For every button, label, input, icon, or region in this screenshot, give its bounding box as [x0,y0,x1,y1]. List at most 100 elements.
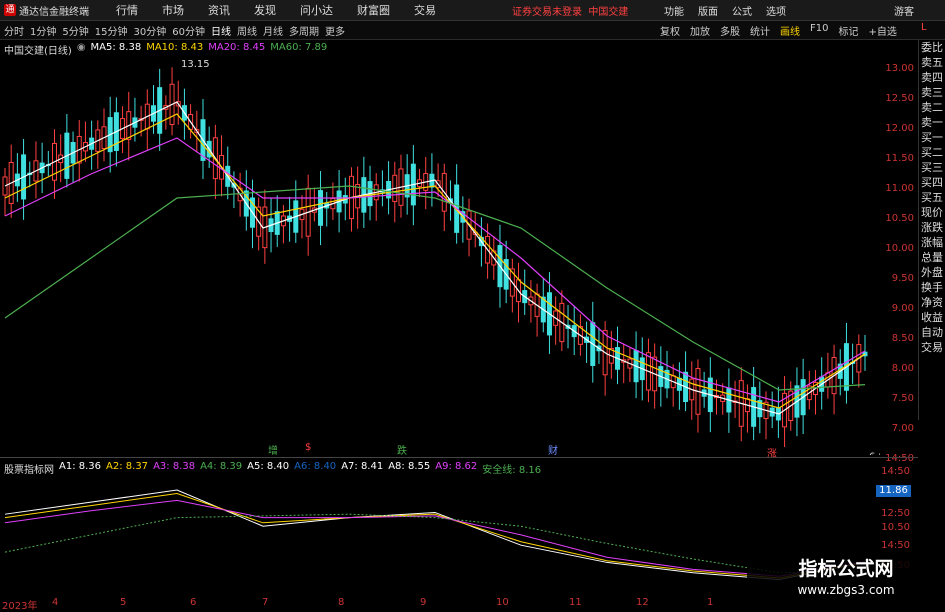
tool-f10[interactable]: F10 [810,23,828,38]
menu-item-trade[interactable]: 交易 [414,2,436,18]
stock-name: 中国交建 [588,7,629,18]
date-tick: 10 [496,597,509,608]
tool-overlay[interactable]: 加放 [690,23,710,38]
side-panel-item[interactable]: 涨跌 [919,220,945,235]
menu-item-market[interactable]: 市场 [162,2,184,18]
extreme-price-label: 6.81 [869,451,880,455]
series-ma5-line [4,101,866,415]
price-tick: 11.50 [885,153,914,164]
menu-item-news[interactable]: 资讯 [208,2,230,18]
price-tick: 13.00 [885,63,914,74]
chart-tools: 复权 加放 多股 统计 画线 F10 标记 +自选 [660,23,907,38]
tab-weekly[interactable]: 周线 [237,23,257,38]
series-ma20-line [4,137,866,403]
indicator-series-line [4,513,866,574]
tab-multi[interactable]: 多周期 [289,23,319,38]
event-dollar[interactable]: $ [305,442,311,453]
side-panel-item[interactable]: 买一 [919,130,945,145]
side-panel-item[interactable]: 净资 [919,295,945,310]
period-tabs: 分时 1分钟 5分钟 15分钟 30分钟 60分钟 日线 周线 月线 多周期 更… [0,23,351,38]
tool-add-watch[interactable]: +自选 [868,23,896,38]
side-panel-item[interactable]: 买二 [919,145,945,160]
indicator-tick: 10.50 [881,522,910,533]
date-tick: 5 [120,597,127,608]
date-tick: 11 [569,597,582,608]
side-panel-item[interactable]: 买三 [919,160,945,175]
tool-restore[interactable]: 复权 [660,23,680,38]
pane-divider[interactable] [0,457,918,458]
price-tick: 7.50 [891,393,914,404]
side-panel-item[interactable]: 自动 [919,325,945,340]
tab-15min[interactable]: 15分钟 [95,23,128,38]
event-die[interactable]: 跌 [397,442,407,457]
side-panel-item[interactable]: 交易 [919,340,945,355]
tab-30min[interactable]: 30分钟 [133,23,166,38]
period-toolbar: 分时 1分钟 5分钟 15分钟 30分钟 60分钟 日线 周线 月线 多周期 更… [0,21,945,40]
side-panel-item[interactable]: 卖一 [919,115,945,130]
side-panel-item[interactable]: 外盘 [919,265,945,280]
date-tick: 7 [262,597,269,608]
main-menu: 行情 市场 资讯 发现 问小达 财富圈 交易 [104,2,448,18]
price-tick: 12.00 [885,123,914,134]
side-panel-item[interactable]: 卖五 [919,55,945,70]
side-panel-item[interactable]: 卖二 [919,100,945,115]
menu-item-wealth[interactable]: 财富圈 [357,2,390,18]
date-tick: 6 [190,597,197,608]
menu-options[interactable]: 选项 [766,3,786,18]
side-panel-item[interactable]: 委比 [919,40,945,55]
side-panel-item[interactable]: 买四 [919,175,945,190]
side-panel-item[interactable]: 卖四 [919,70,945,85]
date-tick: 12 [636,597,649,608]
kline-chart[interactable]: 13.15 6.81 [0,55,880,455]
date-tick: 1 [707,597,714,608]
right-menu: 功能 版面 公式 选项 [664,3,800,18]
price-tick: 10.00 [885,243,914,254]
price-tick: 10.50 [885,213,914,224]
date-tick: 8 [338,597,345,608]
tab-1min[interactable]: 1分钟 [30,23,56,38]
event-zeng[interactable]: 增 [268,442,278,457]
watermark: 指标公式网 www.zbgs3.com [747,548,945,609]
tab-daily[interactable]: 日线 [211,23,231,38]
side-panel-item[interactable]: 现价 [919,205,945,220]
event-cai[interactable]: 财 [548,442,558,457]
series-ma60-line [4,185,866,391]
side-panel-item[interactable]: 卖三 [919,85,945,100]
side-panel-item[interactable]: 涨幅 [919,235,945,250]
menu-bar: 通 通达信金融终端 行情 市场 资讯 发现 问小达 财富圈 交易 证券交易未登录… [0,0,945,21]
watermark-title: 指标公式网 [798,558,894,580]
menu-item-discover[interactable]: 发现 [254,2,276,18]
price-tick: 9.00 [891,303,914,314]
indicator-series-line [4,492,866,579]
tool-mark[interactable]: 标记 [838,23,858,38]
menu-formula[interactable]: 公式 [732,3,752,18]
price-tick: 11.00 [885,183,914,194]
extreme-price-label: 13.15 [181,59,210,70]
login-status[interactable]: 证券交易未登录 中国交建 [512,3,628,18]
menu-layout[interactable]: 版面 [698,3,718,18]
menu-item-quotes[interactable]: 行情 [116,2,138,18]
tab-monthly[interactable]: 月线 [263,23,283,38]
tool-stats[interactable]: 统计 [750,23,770,38]
tab-minute[interactable]: 分时 [4,23,24,38]
side-panel-item[interactable]: 买五 [919,190,945,205]
app-title: 通达信金融终端 [19,6,89,18]
side-panel-item[interactable]: 收益 [919,310,945,325]
menu-item-ask[interactable]: 问小达 [300,2,333,18]
tab-60min[interactable]: 60分钟 [172,23,205,38]
tab-more[interactable]: 更多 [325,23,345,38]
tab-5min[interactable]: 5分钟 [62,23,88,38]
price-tick: 7.00 [891,423,914,434]
tool-draw[interactable]: 画线 [780,23,800,38]
series-ma10-line [4,113,866,409]
indicator-tick: 12:50 [881,508,910,519]
side-panel-item[interactable]: 总量 [919,250,945,265]
side-panel-item[interactable]: 换手 [919,280,945,295]
tool-multistock[interactable]: 多股 [720,23,740,38]
menu-function[interactable]: 功能 [664,3,684,18]
price-tick: 9.50 [891,273,914,284]
guest-label[interactable]: 游客 [894,3,914,18]
price-tick: 8.00 [891,363,914,374]
quote-side-panel: 委比 卖五 卖四 卖三 卖二 卖一 买一 买二 买三 买四 买五 现价 涨跌 涨幅 总量 外盘 换手 净资 收益 自动… [918,40,945,420]
price-tick: 8.50 [891,333,914,344]
